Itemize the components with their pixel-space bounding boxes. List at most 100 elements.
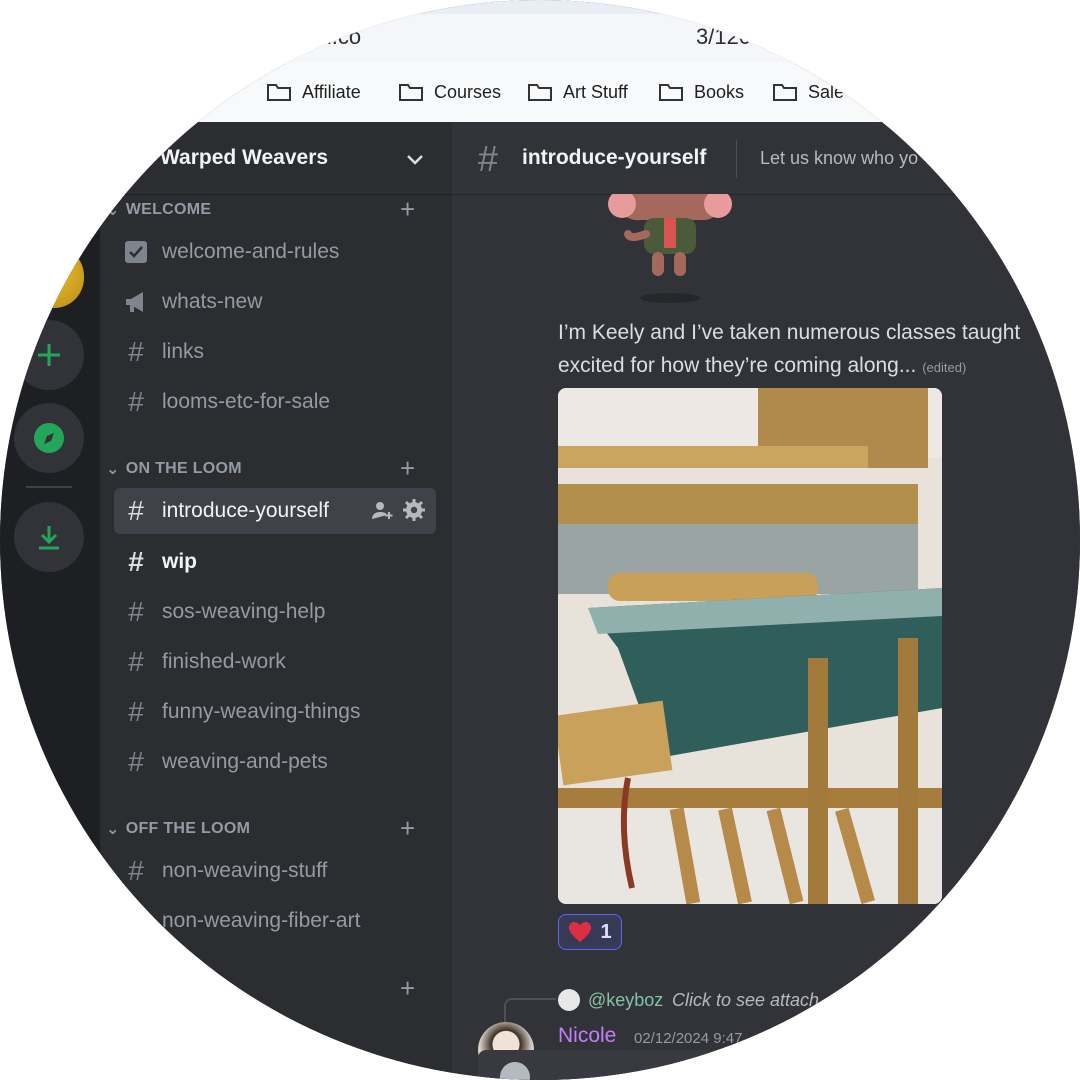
channel-name: welcome-and-rules [162, 240, 340, 263]
hash-icon: # [128, 336, 144, 367]
channel-non-weaving-fiber-art[interactable]: # non-weaving-fiber-art [122, 901, 432, 941]
channel-name: weaving-and-pets [162, 750, 328, 773]
bookmark-label: Affiliate [302, 81, 361, 102]
channel-finished-work[interactable]: # finished-work [122, 642, 432, 682]
chevron-down-icon: ⌄ [106, 461, 120, 478]
reply-preview[interactable]: Click to see attach [672, 990, 819, 1011]
chevron-down-icon: ⌄ [106, 821, 120, 838]
message-body: I’m Keely and I’ve taken numerous classe… [558, 316, 1078, 384]
address-bar[interactable] [150, 14, 930, 64]
plus-icon [38, 344, 60, 366]
download-apps-button[interactable] [14, 502, 84, 572]
url-text-left: ord.co [300, 24, 362, 49]
rules-icon [125, 241, 147, 263]
sticker-image [608, 194, 732, 303]
megaphone-icon [126, 292, 143, 312]
channel-welcome-and-rules[interactable]: welcome-and-rules [122, 232, 432, 272]
folder-icon [528, 84, 552, 101]
hash-icon: # [128, 855, 144, 886]
server-name: Warped Weavers [160, 146, 329, 169]
rail-divider [26, 486, 72, 488]
bookmark-label: Art Stuff [563, 81, 628, 102]
channel-name: sos-weaving-help [162, 600, 326, 623]
app-viewport: ord.co 3/120 ‹ Affiliate Courses Art Stu… [0, 0, 1080, 1080]
add-channel-button[interactable]: + [400, 815, 415, 841]
bookmark-courses[interactable]: Courses [398, 80, 501, 104]
message-author[interactable]: Nicole [558, 1024, 616, 1048]
folder-icon [659, 84, 683, 101]
add-channel-button[interactable]: + [400, 455, 415, 481]
folder-icon [399, 84, 423, 101]
bookmark-affiliate[interactable]: Affiliate [266, 80, 361, 104]
channel-wip[interactable]: # wip [122, 542, 432, 582]
reply-connector [504, 998, 556, 1024]
loom-photo-attachment[interactable] [558, 388, 942, 904]
channel-sos-weaving-help[interactable]: # sos-weaving-help [122, 592, 432, 632]
bookmark-overflow: ‹ [224, 84, 230, 101]
channel-name: links [162, 340, 205, 363]
header-divider [736, 140, 737, 178]
edited-label: (edited) [922, 360, 967, 375]
channel-links[interactable]: # links [122, 332, 432, 372]
channel-name: wip [162, 550, 197, 573]
avatar[interactable] [558, 989, 580, 1011]
chevron-down-icon[interactable] [404, 148, 426, 170]
hash-icon: # [128, 546, 144, 577]
channel-name: looms-etc-for-sale [162, 390, 331, 413]
add-server-button[interactable] [14, 320, 84, 390]
gear-icon[interactable] [402, 498, 426, 522]
channel-name: non-weaving-stuff [162, 859, 328, 882]
bookmark-sale[interactable]: Sale [772, 80, 844, 104]
channel-title: introduce-yourself [522, 146, 707, 169]
download-icon [39, 526, 59, 550]
hash-icon: # [478, 138, 499, 179]
channel-funny-weaving-things[interactable]: # funny-weaving-things [122, 692, 432, 732]
reaction-count: 1 [600, 920, 612, 943]
channel-name: introduce-yourself [162, 499, 329, 522]
category-label: OFF THE LOOM [125, 820, 251, 837]
invite-icon[interactable] [370, 498, 394, 522]
hash-icon: # [128, 386, 144, 417]
channel-introduce-yourself[interactable]: # introduce-yourself [114, 488, 436, 534]
channel-name: whats-new [162, 290, 263, 313]
category-label: ON THE LOOM [125, 460, 242, 477]
bookmark-label: Books [694, 81, 745, 102]
bookmark-art-stuff[interactable]: Art Stuff [527, 80, 628, 104]
channel-whats-new[interactable]: whats-new [122, 282, 432, 322]
hash-icon: # [128, 495, 144, 526]
folder-icon [267, 84, 291, 101]
reaction-heart[interactable]: 1 [558, 914, 622, 950]
channel-non-weaving-stuff[interactable]: # non-weaving-stuff [122, 851, 432, 891]
message-composer[interactable] [478, 1050, 1078, 1080]
message-timestamp: 02/12/2024 9:47 [634, 1030, 743, 1047]
channel-looms-etc-for-sale[interactable]: # looms-etc-for-sale [122, 382, 432, 422]
message-line: excited for how they’re coming along... [558, 354, 917, 377]
heart-icon [569, 922, 592, 942]
category-on-the-loom[interactable]: ⌄ ON THE LOOM [106, 459, 242, 479]
hash-icon: # [128, 746, 144, 777]
bookmark-books[interactable]: Books [658, 80, 744, 104]
message-line: I’m Keely and I’ve taken numerous classe… [558, 321, 1021, 344]
channel-name: finished-work [162, 650, 286, 673]
compass-icon [34, 423, 64, 453]
hash-icon: # [128, 646, 144, 677]
chevron-down-icon: ⌄ [106, 202, 120, 219]
explore-servers-button[interactable] [14, 403, 84, 473]
channel-name: funny-weaving-things [162, 700, 361, 723]
category-label: WELCOME [125, 201, 212, 218]
folder-icon [773, 84, 797, 101]
channel-name: non-weaving-fiber-art [162, 909, 361, 932]
url-text-right: 3/120 [696, 24, 752, 49]
hash-icon: # [128, 696, 144, 727]
reply-mention[interactable]: @keyboz [588, 990, 663, 1011]
bookmark-label: Courses [434, 81, 502, 102]
category-off-the-loom[interactable]: ⌄ OFF THE LOOM [106, 819, 250, 839]
add-channel-button[interactable]: + [400, 975, 415, 1001]
category-welcome[interactable]: ⌄ WELCOME [106, 200, 211, 220]
hash-icon: # [128, 905, 144, 936]
bookmark-label: Sale [808, 81, 845, 102]
add-channel-button[interactable]: + [400, 196, 415, 222]
channel-topic[interactable]: Let us know who yo [760, 148, 918, 169]
channel-weaving-and-pets[interactable]: # weaving-and-pets [122, 742, 432, 782]
locked-hash-icon: # [128, 596, 144, 627]
